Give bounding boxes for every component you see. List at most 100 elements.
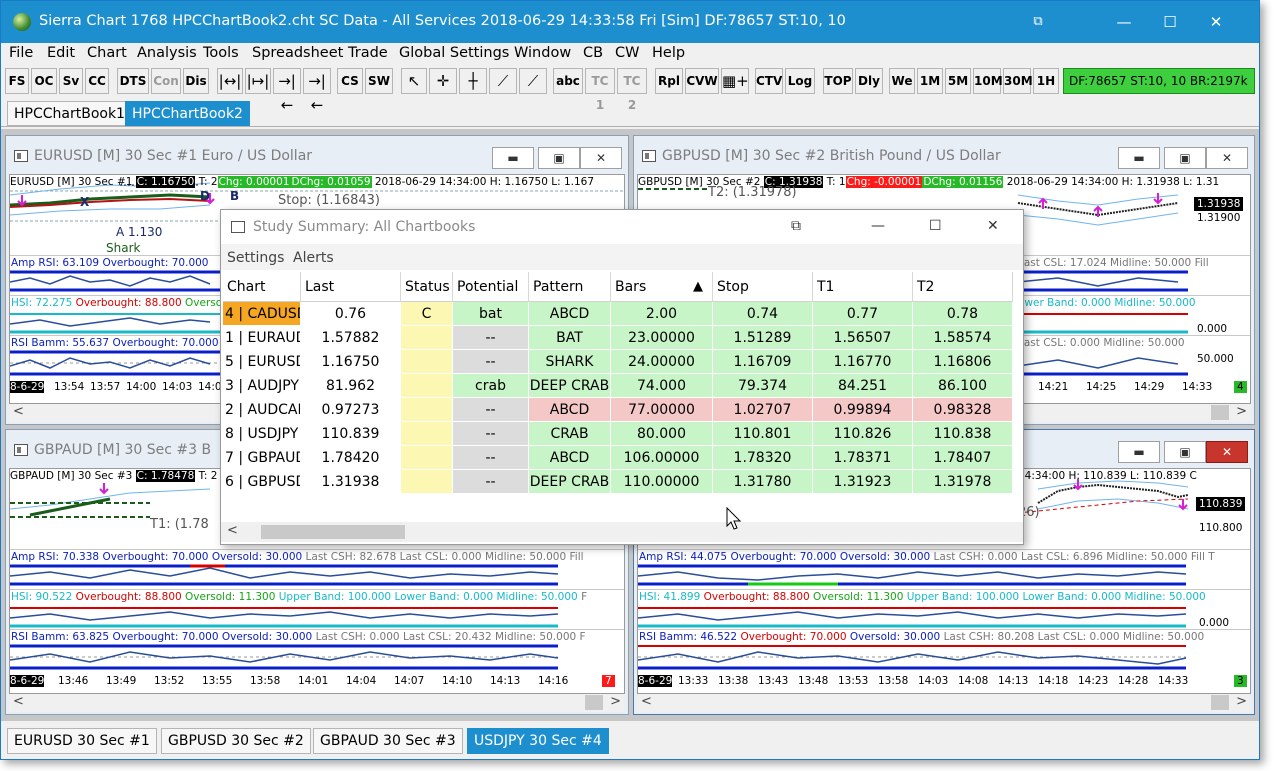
toolbar-button[interactable]: 1H: [1033, 68, 1059, 94]
maximize-button[interactable]: ☐: [929, 218, 942, 234]
cell-chart[interactable]: 7 | GBPAUD: [223, 446, 301, 470]
cell-pattern[interactable]: DEEP CRAB: [529, 470, 611, 494]
tab-usdjpy[interactable]: USDJPY 30 Sec #4: [467, 728, 609, 754]
cell-t2[interactable]: 0.98328: [913, 398, 1013, 422]
toolbar-button[interactable]: abc: [553, 68, 583, 94]
cell-status[interactable]: [401, 326, 453, 350]
column-header-pattern[interactable]: Pattern: [529, 272, 611, 302]
cell-t1[interactable]: 84.251: [813, 374, 913, 398]
chart-maximize-button[interactable]: ▣: [538, 147, 580, 169]
cell-t2[interactable]: 110.838: [913, 422, 1013, 446]
tab-hpcchartbook2[interactable]: HPCChartBook2: [125, 101, 250, 126]
amp-rsi-pane[interactable]: Amp RSI: 44.075 Overbought: 70.000 Overs…: [638, 549, 1250, 589]
chart-window-titlebar[interactable]: GBPUSD [M] 30 Sec #2 British Pound / US …: [634, 136, 1254, 169]
close-button[interactable]: ✕: [987, 218, 999, 234]
toolbar-button[interactable]: TOP: [823, 68, 853, 94]
study-summary-window[interactable]: Study Summary: All Chartbooks ⧉ — ☐ ✕ Se…: [220, 209, 1024, 545]
toolbar-button[interactable]: Log: [785, 68, 815, 94]
column-header-last[interactable]: Last: [301, 272, 401, 302]
toolbar-button[interactable]: TC 2: [617, 68, 647, 112]
cell-status[interactable]: [401, 374, 453, 398]
cell-stop[interactable]: 110.801: [713, 422, 813, 446]
column-header-t2[interactable]: T2: [913, 272, 1013, 302]
minimize-button[interactable]: —: [1101, 1, 1147, 43]
cell-bars[interactable]: 106.00000: [611, 446, 713, 470]
toolbar-button[interactable]: ⟋: [489, 68, 517, 94]
toolbar-button[interactable]: TC 1: [585, 68, 615, 112]
cell-last[interactable]: 1.57882: [301, 326, 401, 350]
toolbar-button[interactable]: →|←: [273, 68, 301, 114]
cell-potential[interactable]: --: [453, 350, 529, 374]
toolbar-button[interactable]: ⟋: [519, 68, 547, 94]
toolbar-button[interactable]: Sv: [59, 68, 83, 94]
chart-hscrollbar[interactable]: < >: [637, 694, 1251, 712]
cell-last[interactable]: 0.97273: [301, 398, 401, 422]
summary-hscrollbar[interactable]: <: [221, 522, 1023, 542]
column-header-t1[interactable]: T1: [813, 272, 913, 302]
cell-chart[interactable]: 8 | USDJPY: [223, 422, 301, 446]
cell-pattern[interactable]: SHARK: [529, 350, 611, 374]
toolbar-button[interactable]: Rpl: [655, 68, 683, 94]
chart-hscrollbar[interactable]: < >: [9, 694, 625, 712]
toolbar-button[interactable]: SW: [365, 68, 393, 94]
menu-analysis[interactable]: Analysis: [137, 45, 197, 61]
toolbar-button[interactable]: →|←: [303, 68, 331, 114]
cell-chart[interactable]: 6 | GBPUSD: [223, 470, 301, 494]
chart-window-titlebar[interactable]: EURUSD [M] 30 Sec #1 Euro / US Dollar ▬ …: [6, 136, 628, 169]
cell-pattern[interactable]: ABCD: [529, 446, 611, 470]
cell-stop[interactable]: 1.78320: [713, 446, 813, 470]
rsi-bamm-pane[interactable]: RSI Bamm: 46.522 Overbought: 70.000 Over…: [638, 629, 1250, 671]
restore-icon[interactable]: ⧉: [791, 218, 801, 234]
chart-close-button[interactable]: ✕: [1206, 441, 1248, 463]
study-summary-grid[interactable]: Chart Last Status Potential Pattern Bars Stop T…: [223, 272, 1021, 498]
cell-t2[interactable]: 86.100: [913, 374, 1013, 398]
cell-pattern[interactable]: ABCD: [529, 398, 611, 422]
rsi-bamm-pane[interactable]: RSI Bamm: 63.825 Overbought: 70.000 Over…: [10, 629, 624, 671]
cell-potential[interactable]: crab: [453, 374, 529, 398]
cell-last[interactable]: 1.78420: [301, 446, 401, 470]
chart-minimize-button[interactable]: ▬: [492, 147, 534, 169]
menu-alerts[interactable]: Alerts: [293, 250, 334, 266]
cell-stop[interactable]: 1.51289: [713, 326, 813, 350]
cell-t2[interactable]: 0.78: [913, 302, 1013, 326]
menu-spreadsheet[interactable]: Spreadsheet: [252, 45, 343, 61]
cell-last[interactable]: 1.16750: [301, 350, 401, 374]
hsi-pane[interactable]: HSI: 90.522 Overbought: 88.800 Oversold:…: [10, 589, 624, 629]
toolbar-button[interactable]: FS: [5, 68, 29, 94]
cell-stop[interactable]: 1.31780: [713, 470, 813, 494]
menu-global-settings[interactable]: Global Settings: [399, 45, 509, 61]
chart-maximize-button[interactable]: ▣: [1164, 441, 1206, 463]
toolbar-button[interactable]: Con: [151, 68, 181, 94]
cell-bars[interactable]: 24.00000: [611, 350, 713, 374]
cell-potential[interactable]: bat: [453, 302, 529, 326]
chart-minimize-button[interactable]: ▬: [1118, 147, 1160, 169]
cell-t1[interactable]: 0.99894: [813, 398, 913, 422]
cell-bars[interactable]: 77.00000: [611, 398, 713, 422]
cell-t2[interactable]: 1.31978: [913, 470, 1013, 494]
cell-last[interactable]: 0.76: [301, 302, 401, 326]
cell-bars[interactable]: 2.00: [611, 302, 713, 326]
toolbar-button[interactable]: |↦|: [245, 68, 271, 94]
study-summary-titlebar[interactable]: Study Summary: All Chartbooks ⧉ — ☐ ✕: [221, 210, 1023, 244]
cell-potential[interactable]: --: [453, 446, 529, 470]
menu-help[interactable]: Help: [652, 45, 685, 61]
toolbar-button[interactable]: OC: [31, 68, 57, 94]
cell-t2[interactable]: 1.58574: [913, 326, 1013, 350]
toolbar-button[interactable]: ✛: [429, 68, 457, 94]
column-header-status[interactable]: Status: [401, 272, 453, 302]
cell-t2[interactable]: 1.78407: [913, 446, 1013, 470]
cell-t1[interactable]: 1.16770: [813, 350, 913, 374]
toolbar-button[interactable]: 5M: [945, 68, 971, 94]
cell-status[interactable]: C: [401, 302, 453, 326]
tab-eurusd[interactable]: EURUSD 30 Sec #1: [7, 728, 157, 754]
cell-t1[interactable]: 1.31923: [813, 470, 913, 494]
tab-hpcchartbook1[interactable]: HPCChartBook1: [7, 101, 132, 126]
toolbar-button[interactable]: ┼: [459, 68, 487, 94]
toolbar-button[interactable]: Dly: [855, 68, 883, 94]
toolbar-button[interactable]: 1M: [917, 68, 943, 94]
cell-last[interactable]: 110.839: [301, 422, 401, 446]
cell-t1[interactable]: 0.77: [813, 302, 913, 326]
hsi-pane[interactable]: HSI: 41.899 Overbought: 88.800 Oversold:…: [638, 589, 1250, 629]
cell-pattern[interactable]: CRAB: [529, 422, 611, 446]
cell-potential[interactable]: --: [453, 422, 529, 446]
